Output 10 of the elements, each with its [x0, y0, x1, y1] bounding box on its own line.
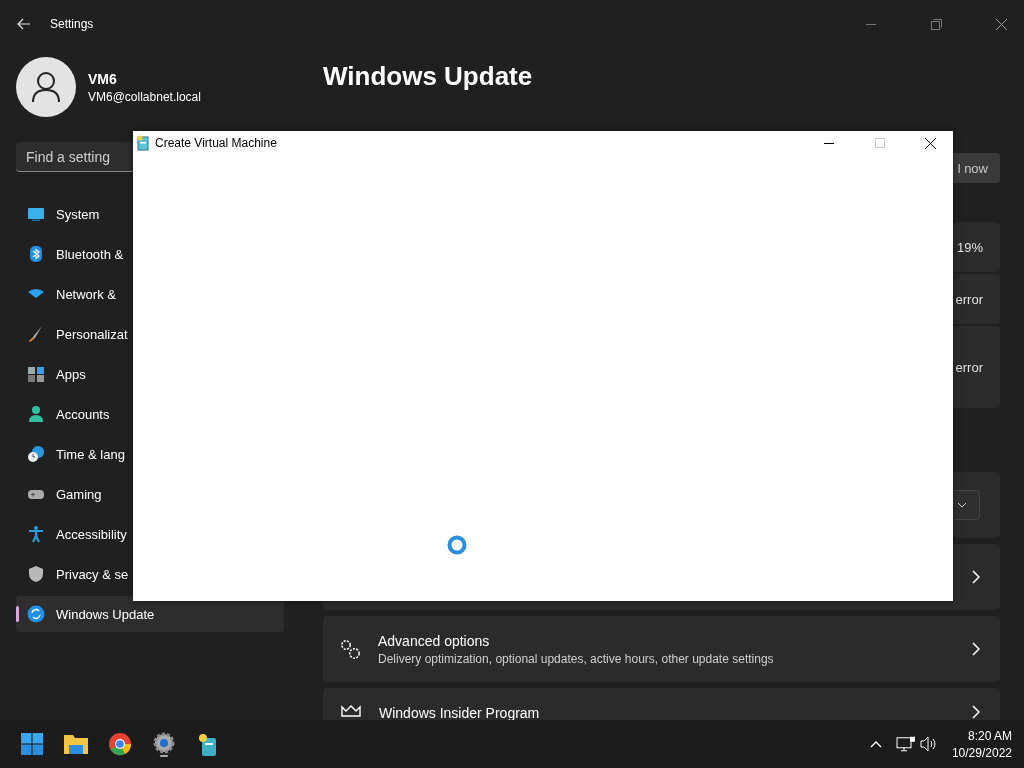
- user-email: VM6@collabnet.local: [88, 89, 201, 104]
- clock-time: 8:20 AM: [967, 728, 1012, 743]
- clock-date: 10/29/2022: [951, 745, 1012, 760]
- card-subtitle: Delivery optimization, optional updates, active hours, other update settings: [378, 651, 775, 666]
- card-title: Windows Insider Program: [379, 705, 541, 720]
- dialog-title: Create Virtual Machine: [155, 136, 278, 150]
- page-title: Windows Update: [323, 60, 534, 92]
- card-title: Advanced options: [378, 632, 491, 649]
- window-title: Settings: [50, 17, 95, 31]
- user-name: VM6: [88, 70, 118, 87]
